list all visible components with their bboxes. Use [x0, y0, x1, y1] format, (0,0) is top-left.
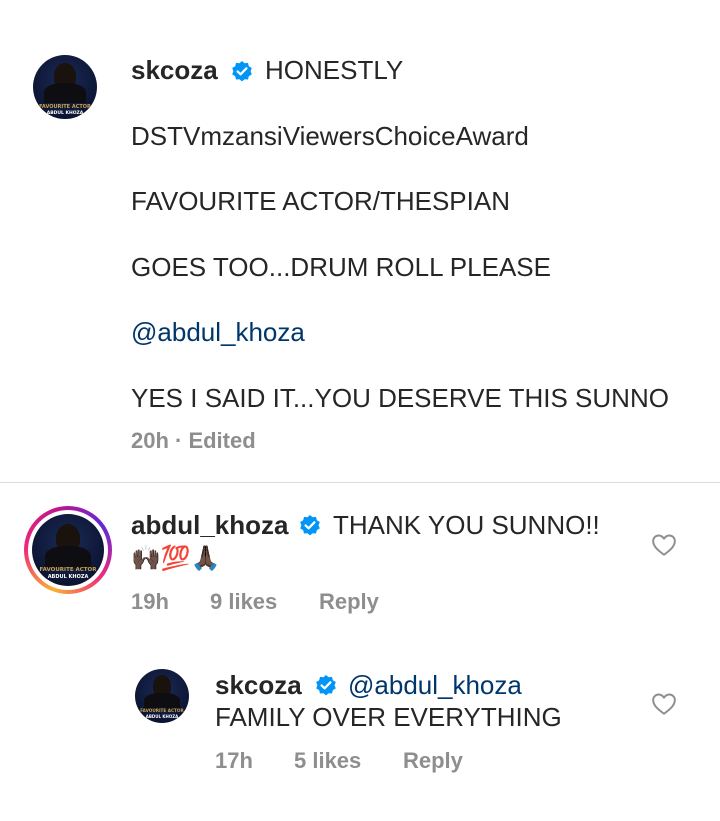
- avatar-caption-top: FAVOURITE ACTOR: [39, 104, 91, 110]
- reply-button[interactable]: Reply: [403, 748, 463, 774]
- caption-line-6: YES I SAID IT...YOU DESERVE THIS SUNNO: [131, 383, 669, 413]
- caption-line-2: DSTVmzansiViewersChoiceAward: [131, 121, 529, 151]
- verified-badge-icon: [316, 675, 336, 696]
- caption-edited-label: · Edited: [175, 428, 256, 453]
- comment-likes-count[interactable]: 5 likes: [294, 748, 361, 774]
- caption-mention-link[interactable]: @abdul_khoza: [131, 317, 305, 348]
- caption-line-4: GOES TOO...DRUM ROLL PLEASE: [131, 252, 551, 282]
- heart-outline-icon[interactable]: [651, 533, 677, 557]
- comment-text: FAMILY OVER EVERYTHING: [215, 702, 562, 732]
- comment-likes-count[interactable]: 9 likes: [210, 589, 277, 615]
- caption-line-3: FAVOURITE ACTOR/THESPIAN: [131, 186, 510, 216]
- avatar[interactable]: FAVOURITE ACTOR ABDUL KHOZA: [33, 55, 97, 119]
- verified-badge-icon: [300, 515, 320, 536]
- avatar[interactable]: FAVOURITE ACTOR ABDUL KHOZA: [135, 669, 189, 723]
- comment-timestamp: 19h: [131, 589, 169, 614]
- comment-emojis: 🙌🏿💯🙏🏿: [131, 544, 221, 572]
- verified-badge-icon: [232, 61, 252, 82]
- avatar-body: [45, 546, 91, 568]
- avatar[interactable]: FAVOURITE ACTOR ABDUL KHOZA: [32, 514, 104, 586]
- divider: [0, 482, 720, 483]
- avatar-caption-bottom: ABDUL KHOZA: [145, 714, 179, 719]
- reply-button[interactable]: Reply: [319, 589, 379, 615]
- avatar-body: [144, 693, 180, 709]
- avatar-caption-top: FAVOURITE ACTOR: [39, 567, 97, 573]
- comment-timestamp: 17h: [215, 748, 253, 773]
- caption-username[interactable]: skcoza: [131, 55, 218, 86]
- comment-username[interactable]: abdul_khoza: [131, 510, 288, 541]
- comment-mention-link[interactable]: @abdul_khoza: [348, 670, 522, 701]
- caption-timestamp: 20h: [131, 428, 169, 453]
- avatar-caption-bottom: ABDUL KHOZA: [46, 111, 84, 116]
- caption-line-1: HONESTLY: [265, 55, 404, 85]
- comments-view: FAVOURITE ACTOR ABDUL KHOZA skcoza HONES…: [0, 0, 720, 821]
- comment-text: THANK YOU SUNNO!!: [333, 510, 600, 540]
- comment-username[interactable]: skcoza: [215, 670, 302, 701]
- avatar-caption-bottom: ABDUL KHOZA: [47, 574, 89, 580]
- heart-outline-icon[interactable]: [651, 692, 677, 716]
- avatar-caption-top: FAVOURITE ACTOR: [140, 708, 184, 713]
- avatar-body: [44, 83, 86, 103]
